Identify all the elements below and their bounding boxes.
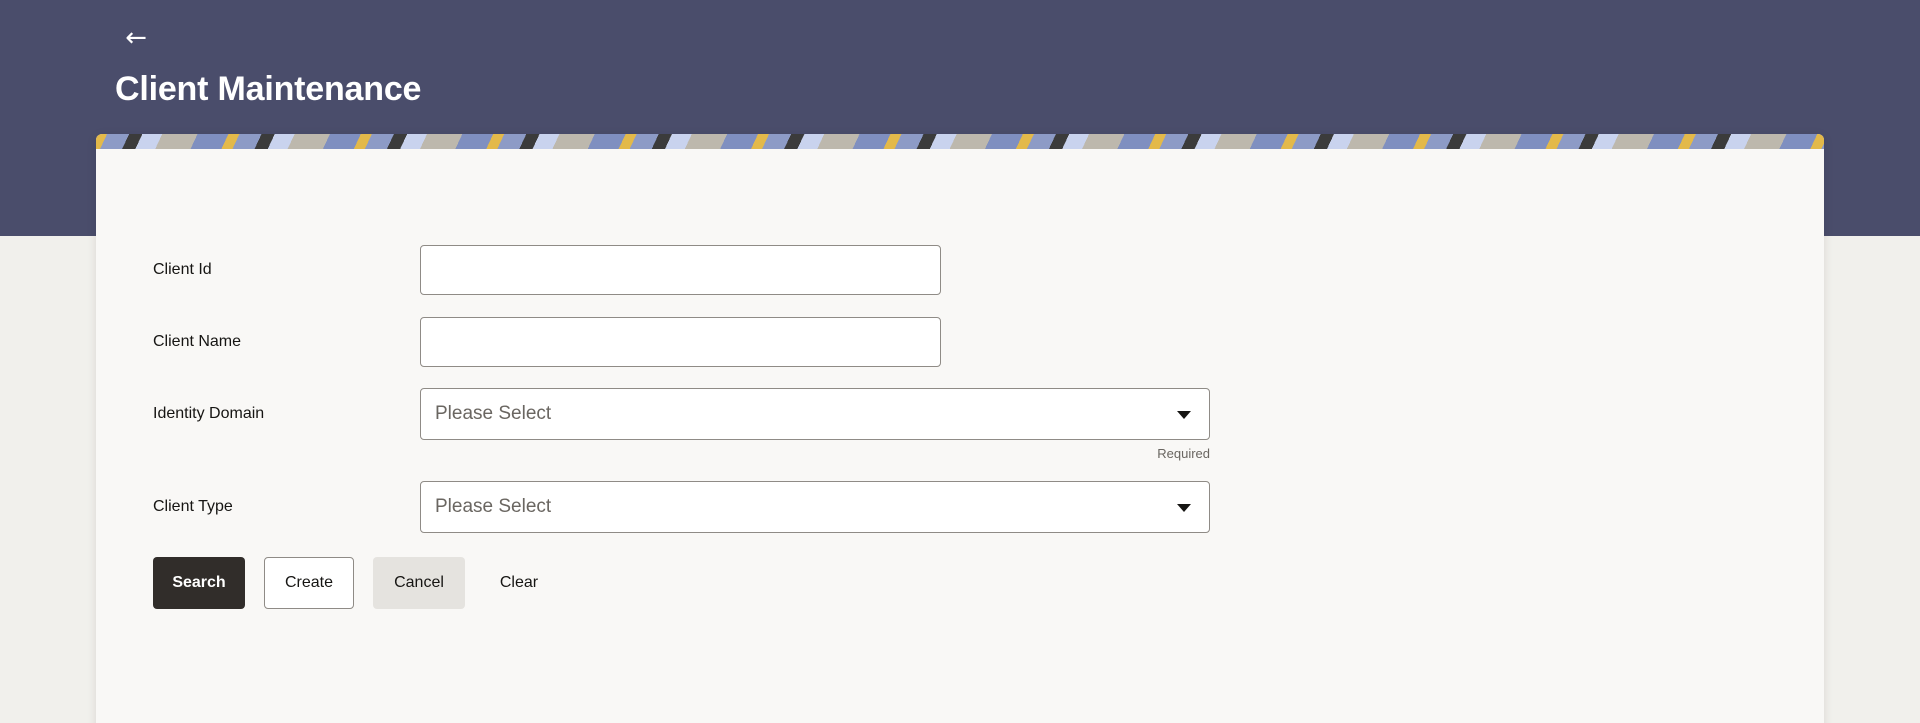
client-id-row: Client Id — [153, 245, 941, 295]
client-name-input[interactable] — [420, 317, 941, 367]
client-id-input[interactable] — [420, 245, 941, 295]
caret-down-icon — [1177, 504, 1191, 512]
identity-domain-label: Identity Domain — [153, 405, 265, 422]
page: ← Client Maintenance Client Id Client Na… — [0, 0, 1920, 723]
cancel-button[interactable]: Cancel — [373, 557, 465, 609]
page-title: Client Maintenance — [115, 70, 422, 108]
form-card: Client Id Client Name Identity Domain Pl… — [96, 134, 1824, 723]
caret-down-icon — [1177, 411, 1191, 419]
search-button[interactable]: Search — [153, 557, 245, 609]
client-type-row: Client Type Please Select — [153, 481, 1210, 533]
client-name-row: Client Name — [153, 317, 941, 367]
action-buttons: Search Create Cancel Clear — [153, 557, 573, 609]
client-id-label: Client Id — [153, 261, 212, 278]
clear-button[interactable]: Clear — [484, 557, 554, 609]
identity-domain-required-note: Required — [1157, 446, 1210, 461]
identity-domain-row: Identity Domain Please Select — [153, 388, 1210, 440]
create-button[interactable]: Create — [264, 557, 354, 609]
client-type-label: Client Type — [153, 498, 233, 515]
client-type-select[interactable]: Please Select — [420, 481, 1210, 533]
identity-domain-value: Please Select — [435, 403, 552, 424]
identity-domain-select[interactable]: Please Select — [420, 388, 1210, 440]
arrow-left-icon: ← — [125, 23, 147, 53]
client-type-value: Please Select — [435, 496, 552, 517]
decorative-banner — [96, 134, 1824, 149]
back-button[interactable]: ← — [120, 22, 152, 54]
client-name-label: Client Name — [153, 333, 242, 350]
